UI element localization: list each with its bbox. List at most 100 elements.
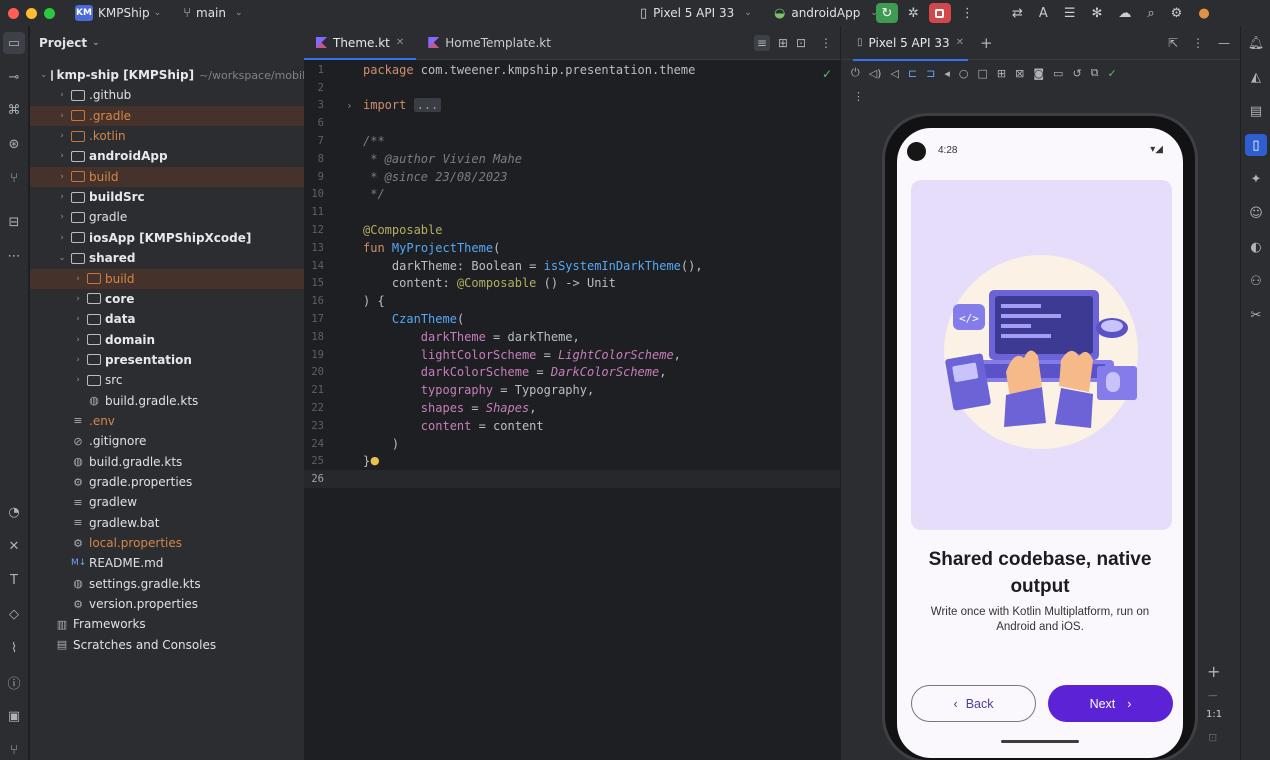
build-icon[interactable]: ✕ xyxy=(3,535,25,557)
chevron-down-icon[interactable]: ⌄ xyxy=(40,70,48,80)
more-actions-icon[interactable]: ⋮ xyxy=(961,6,974,21)
code-line[interactable]: 24 ) xyxy=(304,435,840,453)
debug-icon[interactable]: ✲ xyxy=(908,6,919,21)
chevron-right-icon[interactable]: › xyxy=(56,90,68,100)
mirror-icon[interactable]: ⊞ xyxy=(997,67,1006,80)
chevron-right-icon[interactable]: › xyxy=(56,212,68,222)
tab-pixel-5[interactable]: ▯ Pixel 5 API 33 ✕ xyxy=(853,26,968,61)
back-icon[interactable]: ◂ xyxy=(944,67,950,80)
chevron-right-icon[interactable]: › xyxy=(72,335,84,345)
tree-item[interactable]: ≡ gradlew.bat xyxy=(30,513,304,533)
code-line[interactable]: 13 fun MyProjectTheme( xyxy=(304,239,840,257)
translate-icon[interactable]: A xyxy=(1039,6,1048,21)
git-icon[interactable]: ⑂ xyxy=(3,739,25,760)
logcat-icon[interactable]: ⌇ xyxy=(3,637,25,659)
tree-item[interactable]: › androidApp xyxy=(30,146,304,166)
extended-controls-icon[interactable]: ⧉ xyxy=(1091,66,1099,80)
chevron-right-icon[interactable]: › xyxy=(56,151,68,161)
code-line[interactable]: 7 /** xyxy=(304,132,840,150)
more-actions-icon[interactable]: ⋮ xyxy=(1192,36,1204,50)
code-line[interactable]: 15 content: @Composable () -> Unit xyxy=(304,275,840,293)
chevron-right-icon[interactable]: › xyxy=(72,375,84,385)
tree-item[interactable]: ⌄ shared xyxy=(30,248,304,268)
minimize-window-button[interactable] xyxy=(26,7,37,19)
code-line[interactable]: 18 darkTheme = darkTheme, xyxy=(304,328,840,346)
search-icon[interactable]: ⌕ xyxy=(1147,6,1154,21)
project-panel-header[interactable]: Project ⌄ xyxy=(30,26,304,60)
zoom-out-icon[interactable]: − xyxy=(1207,688,1219,704)
chevron-right-icon[interactable]: › xyxy=(56,111,68,121)
gesture-navigation-bar[interactable] xyxy=(1001,740,1079,743)
split-view-icon[interactable]: ⊞ xyxy=(778,36,788,50)
lightbulb-icon[interactable]: ● xyxy=(370,454,380,467)
hammer-icon[interactable]: T xyxy=(3,569,25,591)
code-line[interactable]: 26 xyxy=(304,470,840,489)
volume-up-icon[interactable]: ◁) xyxy=(869,67,882,80)
code-with-me-icon[interactable]: ☁ xyxy=(1118,6,1131,21)
project-folder-icon[interactable]: ▭ xyxy=(3,32,25,54)
screenshot-icon[interactable]: ◙ xyxy=(1033,67,1044,80)
code-line[interactable]: 1 package com.tweener.kmpship.presentatio… xyxy=(304,61,840,79)
tree-item[interactable]: › .github xyxy=(30,85,304,105)
open-external-icon[interactable]: ⇱ xyxy=(1168,36,1178,50)
tree-item[interactable]: › .kotlin xyxy=(30,126,304,146)
zoom-window-button[interactable] xyxy=(44,7,55,19)
tree-item[interactable]: ◍ settings.gradle.kts xyxy=(30,574,304,594)
close-icon[interactable]: ✕ xyxy=(396,37,404,48)
rotate-right-icon[interactable]: ⊐ xyxy=(926,67,935,80)
chevron-right-icon[interactable]: › xyxy=(56,192,68,202)
chevron-right-icon[interactable]: › xyxy=(72,274,84,284)
device-file-explorer-icon[interactable]: ▤ xyxy=(1245,100,1267,122)
code-line[interactable]: 11 xyxy=(304,203,840,221)
volume-down-icon[interactable]: ◁ xyxy=(890,67,898,80)
zoom-actual-size[interactable]: 1:1 xyxy=(1206,709,1222,720)
notifications-icon[interactable]: 🔔︎ xyxy=(1245,32,1267,54)
code-line[interactable]: 22 shapes = Shapes, xyxy=(304,399,840,417)
fold-chevron-icon[interactable]: › xyxy=(346,99,353,112)
code-line[interactable]: 8 * @author Vivien Mahe xyxy=(304,150,840,168)
device-selector[interactable]: ▯ Pixel 5 API 33 ⌄ xyxy=(640,0,752,26)
power-icon[interactable]: ⏻ xyxy=(851,66,860,80)
gem-icon[interactable]: ◇ xyxy=(3,603,25,625)
profiler-icon[interactable]: ◔ xyxy=(3,501,25,523)
tree-item[interactable]: ≡ gradlew xyxy=(30,492,304,512)
code-line[interactable]: 25} xyxy=(304,453,840,471)
running-devices-icon[interactable]: ▯ xyxy=(1245,134,1267,156)
screen-record-icon[interactable]: ▭ xyxy=(1053,67,1063,80)
design-view-icon[interactable]: ⊡ xyxy=(796,36,806,50)
tree-item[interactable]: ◍ build.gradle.kts xyxy=(30,391,304,411)
tree-item[interactable]: ⚙ gradle.properties xyxy=(30,472,304,492)
chevron-right-icon[interactable]: › xyxy=(72,355,84,365)
fit-screen-icon[interactable]: ⊡ xyxy=(1208,731,1217,744)
tree-item[interactable]: › buildSrc xyxy=(30,187,304,207)
code-line[interactable]: 21 typography = Typography, xyxy=(304,381,840,399)
assistant-icon[interactable]: ⚇ xyxy=(1245,270,1267,292)
close-icon[interactable]: ✕ xyxy=(956,37,964,48)
code-line[interactable]: 3 › import ... xyxy=(304,97,840,115)
pull-requests-icon[interactable]: ⑂ xyxy=(3,167,25,189)
settings-gear-icon[interactable]: ⚙ xyxy=(1171,6,1183,21)
run-config-selector[interactable]: ◒ androidApp ⌄ xyxy=(774,0,878,26)
device-manager-icon[interactable]: ⇄ xyxy=(1012,6,1023,21)
next-button[interactable]: Next › xyxy=(1048,685,1173,722)
chevron-right-icon[interactable]: › xyxy=(56,233,68,243)
tree-item[interactable]: › src xyxy=(30,370,304,390)
folding-icon[interactable]: ⊠ xyxy=(1015,67,1024,80)
tasks-icon[interactable]: ☰ xyxy=(1064,6,1076,21)
rotate-left-icon[interactable]: ⊏ xyxy=(908,67,917,80)
tree-item[interactable]: M↓ README.md xyxy=(30,553,304,573)
code-line[interactable]: 2 xyxy=(304,79,840,97)
tab-theme-kt[interactable]: Theme.kt ✕ xyxy=(304,26,417,60)
code-line[interactable]: 23 content = content xyxy=(304,417,840,435)
code-line[interactable]: 17 CzanTheme( xyxy=(304,310,840,328)
tree-item[interactable]: › iosApp [KMPShipXcode] xyxy=(30,228,304,248)
gemini-icon[interactable]: ✦ xyxy=(1245,168,1267,190)
zoom-in-icon[interactable]: + xyxy=(1207,662,1220,681)
tab-hometemplate-kt[interactable]: HomeTemplate.kt xyxy=(416,26,563,59)
tree-item[interactable]: ◍ build.gradle.kts xyxy=(30,452,304,472)
code-view-icon[interactable]: ≡ xyxy=(753,35,770,51)
chevron-right-icon[interactable]: › xyxy=(56,131,68,141)
tree-item[interactable]: ⚙ local.properties xyxy=(30,533,304,553)
more-actions-icon[interactable]: ⋮ xyxy=(820,36,832,50)
structure-icon[interactable]: ⌘ xyxy=(3,99,25,121)
